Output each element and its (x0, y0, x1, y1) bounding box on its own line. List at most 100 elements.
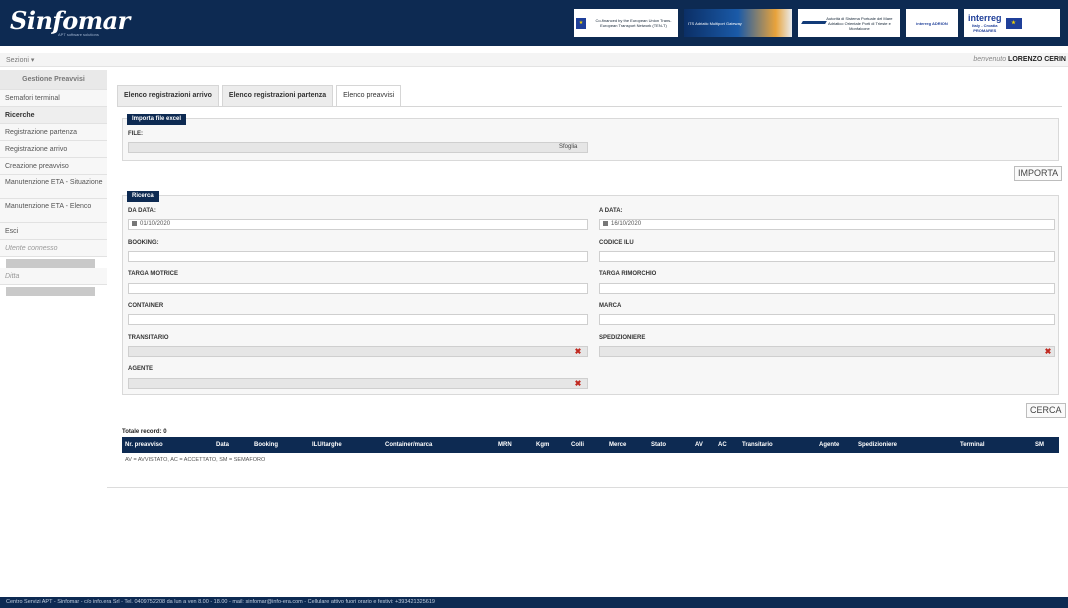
targa-rimorchio-label: TARGA RIMORCHIO (599, 271, 657, 277)
clear-transitario-icon[interactable]: ✖ (574, 348, 582, 356)
col-agente[interactable]: Agente (819, 437, 839, 453)
eu-cofinanced-text: Co-financed by the European Union Trans-… (595, 18, 672, 28)
spedizioniere-input[interactable] (599, 346, 1055, 357)
container-input[interactable] (128, 314, 588, 325)
import-button[interactable]: IMPORTA (1014, 166, 1063, 181)
calendar-icon (132, 220, 137, 226)
tab-elenco-preavvisi[interactable]: Elenco preavvisi (336, 85, 402, 107)
sidebar-item-registrazione-partenza[interactable]: Registrazione partenza (0, 124, 107, 141)
interreg-subtitle: Italy - Croatia (972, 22, 998, 28)
interreg-adrion-logo: interreg ADRION (906, 9, 958, 37)
agente-input[interactable] (128, 378, 588, 389)
search-panel: Ricerca DA DATA: 01/10/2020 A DATA: 16/1… (122, 191, 1059, 395)
sidebar-title: Gestione Preavvisi (0, 70, 107, 90)
container-label: CONTAINER (128, 303, 164, 309)
marca-label: MARCA (599, 303, 622, 309)
col-kgm[interactable]: Kgm (536, 437, 549, 453)
file-input[interactable] (128, 142, 588, 153)
sinfomar-logo[interactable]: Sinfomar (10, 6, 130, 35)
company-redacted (6, 287, 95, 296)
logo-subtitle: APT software solutions (58, 32, 99, 37)
sections-dropdown[interactable]: Sezioni ▾ (6, 56, 34, 64)
search-legend: Ricerca (127, 191, 159, 202)
col-av[interactable]: AV (695, 437, 703, 453)
interreg-adrion-text: interreg ADRION (916, 20, 948, 26)
port-authority-text: Autorità di Sistema Portuale del Mare Ad… (826, 15, 893, 31)
main-content: Elenco registrazioni arrivo Elenco regis… (112, 80, 1068, 486)
interreg-title: interreg (968, 12, 1002, 23)
file-label: FILE: (128, 131, 143, 137)
tab-elenco-registrazioni-arrivo[interactable]: Elenco registrazioni arrivo (117, 85, 219, 106)
col-colli[interactable]: Colli (571, 437, 584, 453)
marca-input[interactable] (599, 314, 1055, 325)
port-authority-logo: Autorità di Sistema Portuale del Mare Ad… (798, 9, 900, 37)
targa-motrice-input[interactable] (128, 283, 588, 294)
sub-toolbar: Sezioni ▾ benvenuto LORENZO CERIN (0, 53, 1068, 67)
da-data-field[interactable]: 01/10/2020 (128, 219, 588, 230)
import-legend: Importa file excel (127, 114, 187, 125)
col-data[interactable]: Data (216, 437, 229, 453)
sidebar-item-manutenzione-eta-situazione[interactable]: Manutenzione ETA - Situazione (0, 175, 107, 199)
col-sm[interactable]: SM (1035, 437, 1044, 453)
a-data-field[interactable]: 16/10/2020 (599, 219, 1055, 230)
sidebar-item-registrazione-arrivo[interactable]: Registrazione arrivo (0, 141, 107, 158)
results-table-header: Nr. preavviso Data Booking ILU/targhe Co… (122, 437, 1059, 453)
adriatic-multiport-text: ITS Adriatic Multiport Gateway (688, 20, 742, 26)
eu-cofinanced-logo: ★ Co-financed by the European Union Tran… (574, 9, 678, 37)
targa-rimorchio-input[interactable] (599, 283, 1055, 294)
company-label: Ditta (0, 268, 107, 285)
a-data-label: A DATA: (599, 208, 623, 214)
welcome-message: benvenuto LORENZO CERIN (973, 56, 1066, 63)
connected-user-redacted (6, 259, 95, 268)
agente-label: AGENTE (128, 366, 154, 372)
col-container-marca[interactable]: Container/marca (385, 437, 432, 453)
total-records: Totale record: 0 (122, 429, 167, 435)
booking-label: BOOKING: (128, 240, 159, 246)
codice-ilu-label: CODICE ILU (599, 240, 634, 246)
sidebar-item-manutenzione-eta-elenco[interactable]: Manutenzione ETA - Elenco (0, 199, 107, 223)
partner-logos: ★ Co-financed by the European Union Tran… (574, 9, 1060, 37)
user-name: LORENZO CERIN (1008, 56, 1066, 63)
a-data-value: 16/10/2020 (611, 221, 642, 227)
sidebar-item-creazione-preavviso[interactable]: Creazione preavviso (0, 158, 107, 175)
col-ilu-targhe[interactable]: ILU/targhe (312, 437, 342, 453)
col-transitario[interactable]: Transitario (742, 437, 773, 453)
col-terminal[interactable]: Terminal (960, 437, 985, 453)
calendar-icon (603, 220, 608, 226)
booking-input[interactable] (128, 251, 588, 262)
clear-agente-icon[interactable]: ✖ (574, 380, 582, 388)
sidebar-item-esci[interactable]: Esci (0, 223, 107, 240)
col-stato[interactable]: Stato (651, 437, 666, 453)
eu-flag-icon: ★ (576, 17, 586, 29)
footer: Centro Servizi APT - Sinfomar - c/o info… (0, 597, 1068, 608)
col-booking[interactable]: Booking (254, 437, 278, 453)
promares-text: PROMARES (973, 27, 997, 33)
spedizioniere-label: SPEDIZIONIERE (599, 335, 646, 341)
da-data-value: 01/10/2020 (140, 221, 171, 227)
col-merce[interactable]: Merce (609, 437, 626, 453)
port-authority-emblem-icon (802, 16, 815, 30)
search-button[interactable]: CERCA (1026, 403, 1066, 418)
tab-bar: Elenco registrazioni arrivo Elenco regis… (117, 85, 402, 107)
connected-user-label: Utente connesso (0, 240, 107, 257)
transitario-label: TRANSITARIO (128, 335, 169, 341)
col-nr-preavviso[interactable]: Nr. preavviso (125, 437, 163, 453)
targa-motrice-label: TARGA MOTRICE (128, 271, 178, 277)
sidebar-item-ricerche[interactable]: Ricerche (0, 107, 107, 124)
col-spedizioniere[interactable]: Spedizioniere (858, 437, 897, 453)
status-legend-note: AV = AVVISTATO, AC = ACCETTATO, SM = SEM… (125, 457, 266, 463)
content-divider (107, 487, 1068, 488)
codice-ilu-input[interactable] (599, 251, 1055, 262)
interreg-italy-croatia-logo: interreg Italy - Croatia PROMARES ★ (964, 9, 1060, 37)
sidebar: Gestione Preavvisi Semafori terminal Ric… (0, 70, 107, 490)
col-mrn[interactable]: MRN (498, 437, 512, 453)
clear-spedizioniere-icon[interactable]: ✖ (1044, 348, 1052, 356)
tab-elenco-registrazioni-partenza[interactable]: Elenco registrazioni partenza (221, 85, 334, 106)
transitario-input[interactable] (128, 346, 588, 357)
col-ac[interactable]: AC (718, 437, 727, 453)
eu-flag-icon: ★ (1005, 17, 1022, 29)
browse-button[interactable]: Sfoglia (559, 144, 577, 150)
sidebar-item-semafori-terminal[interactable]: Semafori terminal (0, 90, 107, 107)
adriatic-multiport-logo: ITS Adriatic Multiport Gateway (684, 9, 792, 37)
app-header: Sinfomar APT software solutions ★ Co-fin… (0, 0, 1068, 46)
